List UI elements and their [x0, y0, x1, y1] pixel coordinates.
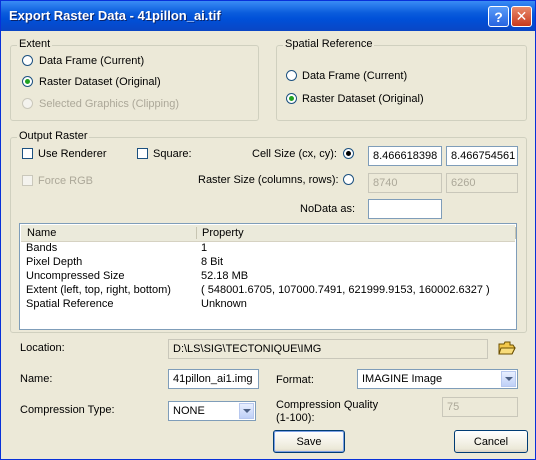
open-folder-icon — [498, 341, 516, 355]
extent-raster-dataset-radio[interactable] — [22, 76, 33, 87]
table-header: Name Property — [21, 225, 516, 242]
extent-selected-graphics-radio — [22, 98, 33, 109]
format-selected-value: IMAGINE Image — [362, 373, 443, 385]
compression-type-value: NONE — [173, 405, 205, 417]
row-name: Pixel Depth — [26, 256, 83, 268]
cell-size-label: Cell Size (cx, cy): — [252, 148, 337, 160]
help-button[interactable]: ? — [488, 6, 509, 27]
row-name: Spatial Reference — [26, 298, 114, 310]
close-icon: ✕ — [515, 8, 528, 24]
format-select[interactable]: IMAGINE Image — [357, 369, 518, 389]
cancel-button-label: Cancel — [473, 435, 509, 448]
chevron-down-icon[interactable] — [239, 403, 254, 419]
column-separator[interactable] — [515, 227, 516, 239]
cell-size-radio[interactable] — [343, 148, 354, 159]
output-raster-legend: Output Raster — [17, 130, 90, 142]
save-button[interactable]: Save — [273, 430, 345, 453]
browse-location-button[interactable] — [496, 338, 518, 358]
cancel-button[interactable]: Cancel — [454, 430, 528, 453]
raster-columns-input: 8740 — [368, 173, 442, 193]
use-renderer-label[interactable]: Use Renderer — [38, 148, 106, 160]
table-row[interactable]: Bands 1 — [20, 242, 516, 256]
nodata-input[interactable] — [368, 199, 442, 219]
row-name: Extent (left, top, right, bottom) — [26, 284, 171, 296]
cell-size-cx-input[interactable]: 8.466618398 — [368, 146, 442, 166]
raster-size-label: Raster Size (columns, rows): — [198, 174, 339, 186]
format-label: Format: — [276, 374, 314, 386]
table-row[interactable]: Spatial Reference Unknown — [20, 298, 516, 312]
title-bar[interactable]: Export Raster Data - 41pillon_ai.tif ? ✕ — [1, 1, 535, 31]
sr-data-frame-label[interactable]: Data Frame (Current) — [302, 70, 407, 82]
nodata-label: NoData as: — [300, 203, 356, 215]
raster-size-radio[interactable] — [343, 174, 354, 185]
row-name: Uncompressed Size — [26, 270, 125, 282]
compression-quality-input: 75 — [442, 397, 518, 417]
export-raster-dialog: Export Raster Data - 41pillon_ai.tif ? ✕… — [0, 0, 536, 460]
raster-properties-table: Name Property Bands 1 Pixel Depth 8 Bit … — [19, 223, 517, 330]
sr-raster-dataset-radio[interactable] — [286, 93, 297, 104]
force-rgb-label: Force RGB — [38, 175, 94, 187]
extent-legend: Extent — [17, 38, 53, 50]
cell-size-cy-input[interactable]: 8.466754561 — [446, 146, 518, 166]
raster-rows-input: 6260 — [446, 173, 518, 193]
window-title: Export Raster Data - 41pillon_ai.tif — [9, 8, 221, 23]
compression-quality-label-line2: (1-100): — [276, 412, 315, 424]
sr-data-frame-radio[interactable] — [286, 70, 297, 81]
square-checkbox[interactable] — [137, 148, 148, 159]
spatial-reference-group: Spatial Reference — [276, 38, 527, 121]
spatial-reference-legend: Spatial Reference — [283, 38, 375, 50]
column-header-property[interactable]: Property — [202, 227, 244, 239]
close-button[interactable]: ✕ — [511, 6, 532, 27]
square-label[interactable]: Square: — [153, 148, 192, 160]
extent-data-frame-radio[interactable] — [22, 55, 33, 66]
location-input: D:\LS\SIG\TECTONIQUE\IMG — [168, 339, 488, 359]
location-label: Location: — [20, 342, 65, 354]
extent-selected-graphics-label: Selected Graphics (Clipping) — [39, 98, 180, 110]
name-input[interactable]: 41pillon_ai1.img — [168, 369, 259, 389]
save-button-label: Save — [296, 435, 322, 448]
extent-data-frame-label[interactable]: Data Frame (Current) — [39, 55, 144, 67]
table-row[interactable]: Extent (left, top, right, bottom) ( 5480… — [20, 284, 516, 298]
compression-quality-label-line1: Compression Quality — [276, 399, 379, 411]
compression-type-select[interactable]: NONE — [168, 401, 256, 421]
extent-raster-dataset-label[interactable]: Raster Dataset (Original) — [39, 76, 161, 88]
row-property: 52.18 MB — [201, 270, 249, 282]
row-name: Bands — [26, 242, 58, 254]
name-label: Name: — [20, 373, 53, 385]
help-icon: ? — [494, 8, 503, 25]
table-row[interactable]: Pixel Depth 8 Bit — [20, 256, 516, 270]
table-row[interactable]: Uncompressed Size 52.18 MB — [20, 270, 516, 284]
column-header-name[interactable]: Name — [27, 227, 56, 239]
force-rgb-checkbox — [22, 175, 33, 186]
row-property: ( 548001.6705, 107000.7491, 621999.9153,… — [201, 284, 490, 296]
compression-type-label: Compression Type: — [20, 404, 115, 416]
sr-raster-dataset-label[interactable]: Raster Dataset (Original) — [302, 93, 424, 105]
chevron-down-icon[interactable] — [501, 371, 516, 387]
use-renderer-checkbox[interactable] — [22, 148, 33, 159]
row-property: 1 — [201, 242, 208, 254]
row-property: 8 Bit — [201, 256, 224, 268]
row-property: Unknown — [201, 298, 247, 310]
column-separator[interactable] — [196, 227, 197, 239]
